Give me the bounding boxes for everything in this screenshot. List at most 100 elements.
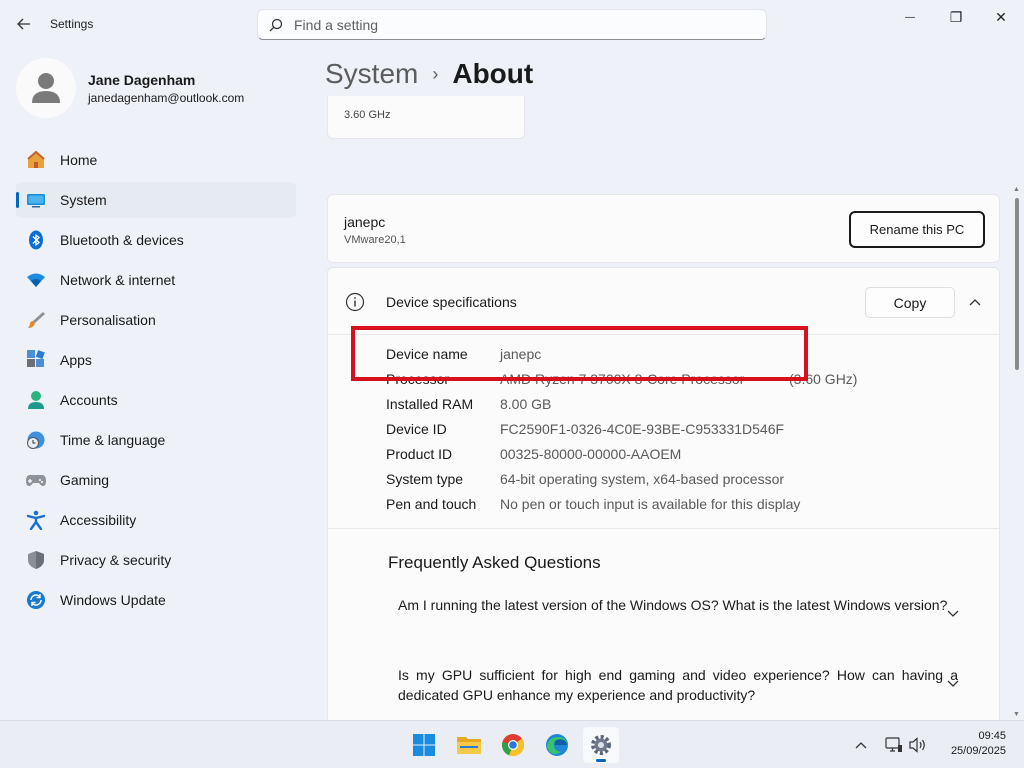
system-icon — [24, 188, 48, 212]
sidebar-item-accounts[interactable]: Accounts — [16, 382, 296, 418]
clock-date: 25/09/2025 — [950, 745, 1006, 757]
show-hidden-icons-button[interactable] — [851, 735, 871, 755]
sidebar-item-windows-update[interactable]: Windows Update — [16, 582, 296, 618]
taskbar: 09:45 25/09/2025 — [0, 720, 1024, 768]
settings-icon — [591, 735, 611, 755]
profile-email: janedagenham@outlook.com — [88, 91, 245, 105]
rename-pc-button[interactable]: Rename this PC — [849, 211, 985, 248]
sidebar-item-label: Accessibility — [60, 512, 137, 528]
processor-speed: 3.60 GHz — [344, 109, 391, 121]
sidebar-item-time-language[interactable]: Time & language — [16, 422, 296, 458]
sidebar-item-personalisation[interactable]: Personalisation — [16, 302, 296, 338]
spec-row-installed-ram: Installed RAM 8.00 GB — [386, 396, 986, 421]
chevron-down-icon[interactable] — [945, 606, 961, 622]
minimize-icon: — — [905, 11, 915, 23]
search-icon — [258, 18, 294, 32]
file-explorer-button[interactable] — [451, 727, 487, 763]
faq-item[interactable]: Am I running the latest version of the W… — [398, 595, 958, 615]
wifi-icon — [24, 268, 48, 292]
back-button[interactable] — [10, 12, 38, 36]
copy-button[interactable]: Copy — [865, 287, 955, 318]
title-bar: Settings — ❐ ✕ — [0, 0, 1024, 48]
spec-row-pen-touch: Pen and touch No pen or touch input is a… — [386, 496, 986, 521]
sidebar-item-apps[interactable]: Apps — [16, 342, 296, 378]
spec-key: Product ID — [386, 446, 453, 462]
search-input[interactable] — [294, 16, 734, 33]
accessibility-icon — [24, 508, 48, 532]
sidebar-item-label: Personalisation — [60, 312, 156, 328]
close-button[interactable]: ✕ — [978, 4, 1024, 30]
back-arrow-icon — [17, 18, 30, 30]
scrollbar-thumb[interactable] — [1015, 198, 1019, 370]
pc-name: janepc — [344, 214, 386, 230]
divider — [328, 528, 999, 529]
device-specifications-header[interactable]: Device specifications Copy — [328, 268, 999, 335]
brush-icon — [24, 308, 48, 332]
spec-key: Installed RAM — [386, 396, 474, 412]
sidebar-item-label: Windows Update — [60, 592, 166, 608]
faq-question: Am I running the latest version of the W… — [398, 597, 948, 613]
clock-globe-icon — [24, 428, 48, 452]
shield-icon — [24, 548, 48, 572]
chevron-down-icon[interactable] — [945, 676, 961, 692]
sidebar-item-label: Gaming — [60, 472, 110, 488]
sidebar-item-system[interactable]: System — [16, 182, 296, 218]
app-title: Settings — [50, 17, 94, 31]
start-icon — [413, 734, 435, 756]
spec-value: No pen or touch input is available for t… — [500, 496, 801, 512]
user-profile[interactable]: Jane Dagenham janedagenham@outlook.com — [16, 58, 296, 118]
apps-icon — [24, 348, 48, 372]
close-icon: ✕ — [995, 8, 1007, 25]
sidebar-item-label: Home — [60, 152, 98, 168]
spec-key: System type — [386, 471, 464, 487]
breadcrumb-chevron-icon: › — [432, 63, 439, 84]
network-icon — [885, 737, 902, 752]
sidebar-item-home[interactable]: Home — [16, 142, 296, 178]
info-icon — [345, 292, 365, 317]
pc-model: VMware20,1 — [344, 234, 406, 246]
sidebar-item-label: Bluetooth & devices — [60, 232, 184, 248]
faq-title: Frequently Asked Questions — [388, 553, 601, 572]
volume-tray-button[interactable] — [908, 735, 928, 755]
processor-speed-card: 3.60 GHz — [327, 96, 525, 139]
sidebar-item-bluetooth[interactable]: Bluetooth & devices — [16, 222, 296, 258]
start-button[interactable] — [406, 727, 442, 763]
scroll-up-icon[interactable]: ▲ — [1013, 186, 1020, 193]
breadcrumb-parent[interactable]: System — [325, 58, 418, 90]
sidebar-item-network[interactable]: Network & internet — [16, 262, 296, 298]
chevron-up-icon[interactable] — [965, 292, 985, 312]
spec-row-device-id: Device ID FC2590F1-0326-4C0E-93BE-C95333… — [386, 421, 986, 446]
maximize-button[interactable]: ❐ — [933, 4, 979, 30]
network-tray-button[interactable] — [884, 735, 904, 755]
avatar — [16, 58, 76, 118]
bluetooth-icon — [24, 228, 48, 252]
chrome-button[interactable] — [495, 727, 531, 763]
sidebar-item-label: System — [60, 192, 107, 208]
sidebar-item-label: Accounts — [60, 392, 118, 408]
settings-button[interactable] — [583, 727, 619, 763]
user-silhouette-icon — [32, 73, 60, 103]
sidebar-item-label: Apps — [60, 352, 92, 368]
search-box[interactable] — [257, 9, 767, 40]
clock[interactable]: 09:45 25/09/2025 — [951, 729, 1006, 759]
faq-question: Is my GPU sufficient for high end gaming… — [398, 667, 958, 703]
scrollbar[interactable]: ▲ ▼ — [1013, 186, 1021, 718]
spec-row-system-type: System type 64-bit operating system, x64… — [386, 471, 986, 496]
clock-time: 09:45 — [978, 730, 1006, 742]
sidebar-item-privacy-security[interactable]: Privacy & security — [16, 542, 296, 578]
scroll-down-icon[interactable]: ▼ — [1013, 711, 1020, 718]
spec-value: FC2590F1-0326-4C0E-93BE-C953331D546F — [500, 421, 785, 437]
gamepad-icon — [24, 468, 48, 492]
minimize-button[interactable]: — — [887, 4, 933, 30]
sidebar-item-label: Network & internet — [60, 272, 176, 288]
edge-icon — [546, 734, 568, 756]
sidebar-item-gaming[interactable]: Gaming — [16, 462, 296, 498]
edge-button[interactable] — [539, 727, 575, 763]
sidebar-item-accessibility[interactable]: Accessibility — [16, 502, 296, 538]
sidebar-nav: Home System Bluetooth & devices Network … — [16, 142, 296, 622]
faq-item[interactable]: Is my GPU sufficient for high end gaming… — [398, 665, 958, 705]
home-icon — [24, 148, 48, 172]
page-title: About — [452, 58, 534, 89]
volume-icon — [909, 737, 925, 753]
breadcrumb: System › About — [325, 58, 533, 90]
